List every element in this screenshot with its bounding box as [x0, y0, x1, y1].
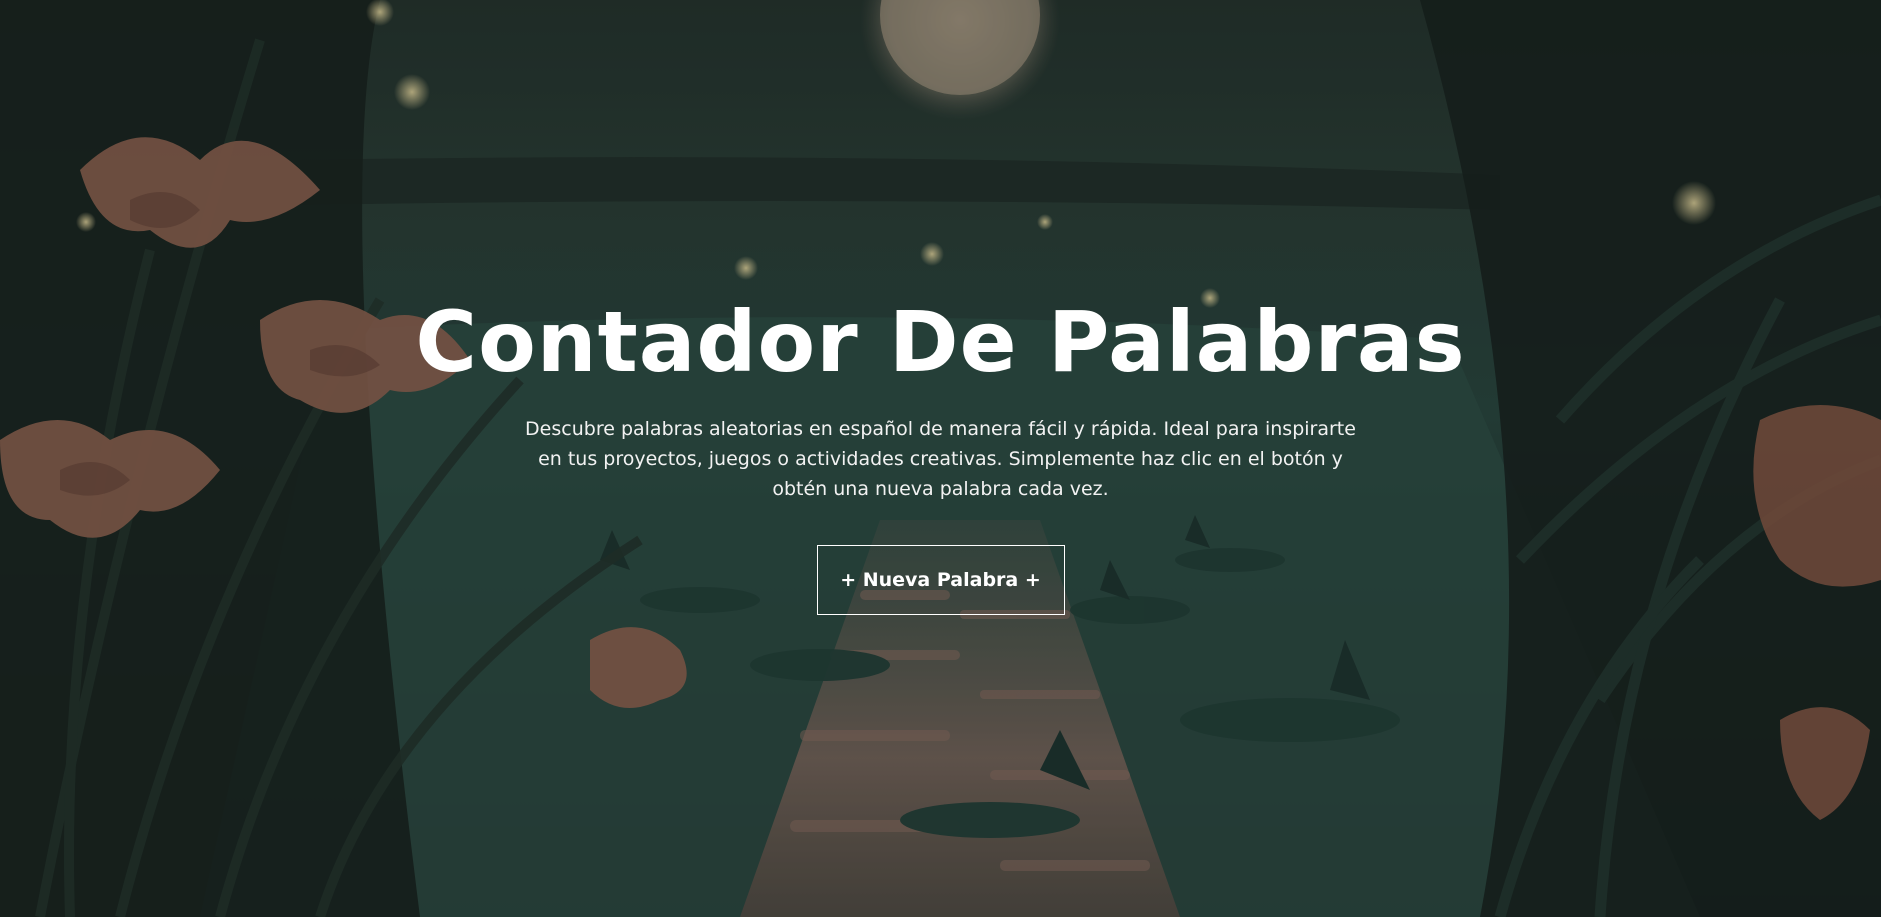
- hero-content: Contador De Palabras Descubre palabras a…: [0, 292, 1881, 615]
- new-word-button[interactable]: + Nueva Palabra +: [816, 545, 1065, 615]
- hero-description: Descubre palabras aleatorias en español …: [525, 418, 1356, 500]
- page-title: Contador De Palabras: [415, 293, 1466, 391]
- hero-section: Contador De Palabras Descubre palabras a…: [0, 0, 1881, 917]
